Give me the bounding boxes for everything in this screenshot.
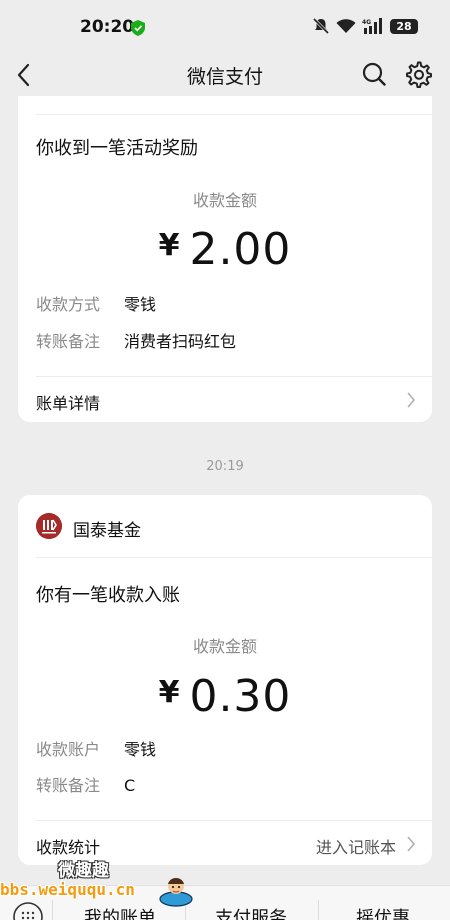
status-bar: 20:20 4G 28 xyxy=(0,0,450,56)
amount-label: 收款金额 xyxy=(192,637,257,656)
row-value: 零钱 xyxy=(124,295,157,314)
menu-shake-offers[interactable]: 摇优惠 xyxy=(356,904,410,920)
card-headline: 你有一笔收款入账 xyxy=(36,585,180,606)
row-key: 转账备注 xyxy=(36,332,101,351)
chevron-right-icon[interactable] xyxy=(406,836,416,852)
amount-label: 收款金额 xyxy=(192,191,257,210)
nav-bar: 微信支付 xyxy=(0,56,450,96)
divider xyxy=(36,114,432,115)
row-value: 零钱 xyxy=(124,740,157,759)
keyboard-icon[interactable] xyxy=(12,901,44,920)
payment-stats-label: 收款统计 xyxy=(36,838,101,857)
currency-symbol: ¥ xyxy=(158,228,180,263)
row-key: 收款账户 xyxy=(36,740,101,759)
detail-row: 转账备注 消费者扫码红包 xyxy=(36,328,236,352)
signal-icon: 4G xyxy=(362,18,382,34)
menu-separator xyxy=(318,900,319,920)
detail-row: 转账备注 C xyxy=(36,772,135,796)
row-value: C xyxy=(124,776,136,795)
menu-separator xyxy=(185,900,186,920)
gear-icon[interactable] xyxy=(404,60,432,88)
detail-row: 收款方式 零钱 xyxy=(36,291,156,315)
brand-logo xyxy=(36,513,62,539)
divider xyxy=(36,820,432,821)
chevron-right-icon[interactable] xyxy=(406,392,416,408)
menu-payment-services[interactable]: 支付服务 xyxy=(215,904,287,920)
currency-symbol: ¥ xyxy=(158,675,180,710)
row-key: 转账备注 xyxy=(36,776,101,795)
reward-card: 你收到一笔活动奖励 收款金额 ¥2.00 收款方式 零钱 转账备注 消费者扫码红包 … xyxy=(18,96,432,422)
card-headline: 你收到一笔活动奖励 xyxy=(36,138,198,159)
shield-icon xyxy=(131,20,145,36)
svg-text:4G: 4G xyxy=(362,19,371,26)
brand-name: 国泰基金 xyxy=(73,521,141,541)
mute-icon xyxy=(312,17,330,35)
wifi-icon xyxy=(336,19,356,33)
status-icons: 4G 28 xyxy=(312,17,418,35)
payment-card: 国泰基金 你有一笔收款入账 收款金额 ¥0.30 收款账户 零钱 转账备注 C 收款… xyxy=(18,495,432,865)
battery-icon: 28 xyxy=(390,18,418,34)
amount-number: 2.00 xyxy=(189,224,292,275)
search-icon[interactable] xyxy=(361,61,387,87)
menu-separator xyxy=(52,900,53,920)
detail-row: 收款账户 零钱 xyxy=(36,736,156,760)
bottom-menu: 我的账单 支付服务 摇优惠 xyxy=(0,885,450,920)
status-time: 20:20 xyxy=(80,17,135,37)
open-ledger-link[interactable]: 进入记账本 xyxy=(316,834,396,858)
divider xyxy=(36,557,432,558)
amount-value: ¥0.30 xyxy=(18,671,432,722)
menu-my-bills[interactable]: 我的账单 xyxy=(84,904,156,920)
message-timestamp: 20:19 xyxy=(206,459,244,474)
divider xyxy=(36,376,432,377)
amount-value: ¥2.00 xyxy=(18,224,432,275)
bill-details-link[interactable]: 账单详情 xyxy=(36,390,100,414)
row-key: 收款方式 xyxy=(36,295,101,314)
amount-number: 0.30 xyxy=(189,671,292,722)
row-value: 消费者扫码红包 xyxy=(124,332,237,351)
